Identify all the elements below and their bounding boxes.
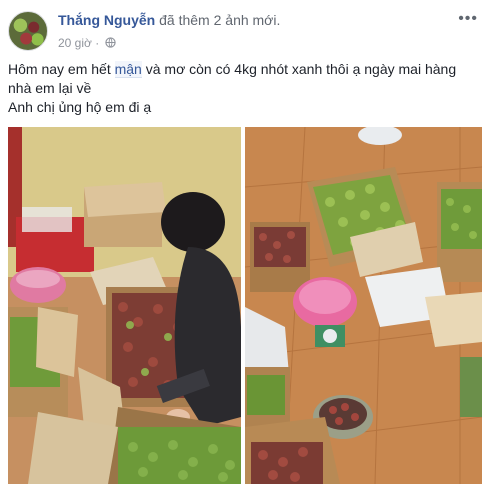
author-name[interactable]: Thắng Nguyễn (58, 12, 155, 28)
post-text-line-2: Anh chị ủng hộ em đi ạ (8, 99, 152, 115)
more-options-icon[interactable]: ••• (458, 10, 478, 28)
post-text-line-1: Hôm nay em hết mận và mơ còn có 4kg nhót… (8, 60, 478, 98)
post-text: Hôm nay em hết mận và mơ còn có 4kg nhót… (8, 60, 478, 117)
photo-1[interactable] (8, 127, 241, 484)
globe-icon (104, 37, 116, 51)
photo-2[interactable] (245, 127, 482, 484)
avatar[interactable] (8, 11, 48, 51)
post-meta: 20 giờ · (58, 36, 116, 51)
meta-separator: · (95, 36, 100, 50)
post-time[interactable]: 20 giờ (58, 36, 92, 50)
hashtag-link[interactable]: mận (114, 61, 142, 78)
text-segment: Hôm nay em hết (8, 61, 115, 77)
photo-grid (8, 127, 482, 484)
author-line: Thắng Nguyễn đã thêm 2 ảnh mới. (58, 12, 280, 28)
post-action: đã thêm 2 ảnh mới. (159, 12, 281, 28)
post-header: Thắng Nguyễn đã thêm 2 ảnh mới. 20 giờ ·… (8, 8, 482, 52)
